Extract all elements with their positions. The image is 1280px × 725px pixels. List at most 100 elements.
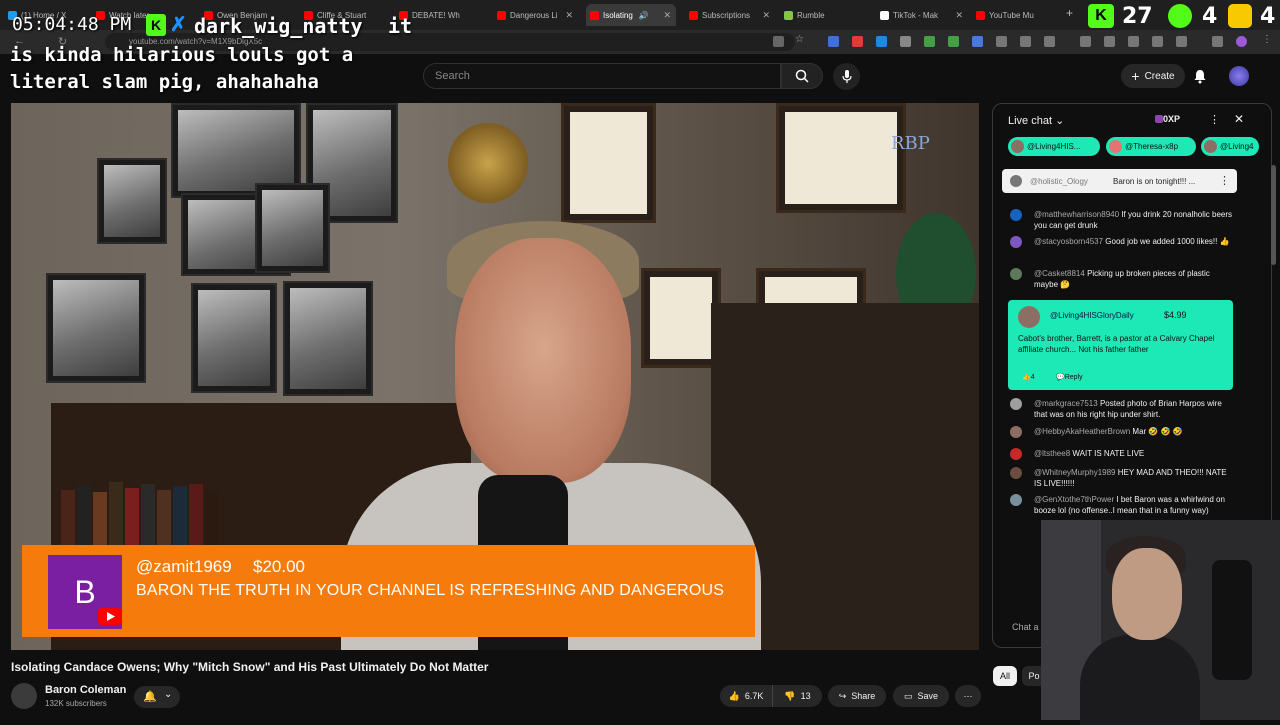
pinned-text: Baron is on tonight!!! ... <box>1113 177 1196 186</box>
extension-icon[interactable] <box>972 36 983 47</box>
create-button[interactable]: + Create <box>1121 64 1185 88</box>
dislike-button[interactable]: 👎 13 <box>772 685 822 707</box>
bell-icon: 🔔 <box>143 691 157 703</box>
more-vert-icon[interactable]: ⋮ <box>1209 113 1220 126</box>
browser-tab-active[interactable]: Isolating 🔊 ✕ <box>586 4 676 26</box>
ticker-item[interactable]: @Living4 <box>1201 137 1259 156</box>
wall-photo <box>255 183 330 273</box>
avatar <box>1010 209 1022 221</box>
chat-message[interactable]: @markgrace7513 Posted photo of Brian Har… <box>1010 398 1235 420</box>
notifications-button[interactable] <box>1190 66 1210 86</box>
close-icon[interactable]: ✕ <box>565 10 573 21</box>
search-input[interactable]: Search <box>423 63 781 89</box>
close-icon[interactable]: ✕ <box>955 10 963 21</box>
chevron-down-icon: ⌄ <box>164 689 173 700</box>
profile-avatar[interactable] <box>1236 36 1247 47</box>
share-button[interactable]: ↪ Share <box>828 685 886 707</box>
voice-search-button[interactable] <box>833 63 860 90</box>
extension-icon[interactable] <box>828 36 839 47</box>
chat-input[interactable]: Chat a <box>1012 622 1039 632</box>
plus-icon: + <box>1131 68 1140 84</box>
tiktok-icon <box>880 10 889 20</box>
kick-icon: K <box>1088 4 1114 28</box>
new-tab-icon[interactable]: + <box>1066 6 1073 20</box>
extension-icon[interactable] <box>1104 36 1115 47</box>
extension-icon[interactable] <box>1020 36 1031 47</box>
pinned-message[interactable]: @holistic_Ology Baron is on tonight!!! .… <box>1002 169 1237 193</box>
more-actions-button[interactable]: ⋯ <box>955 685 981 707</box>
microphone-icon <box>841 69 852 83</box>
wall-photo <box>46 273 146 383</box>
like-count[interactable]: 👍4 <box>1022 373 1035 381</box>
history-icon[interactable] <box>1080 36 1091 47</box>
paid-author: @Living4HISGloryDaily <box>1050 311 1134 320</box>
video-title: Isolating Candace Owens; Why "Mitch Snow… <box>11 660 489 674</box>
more-icon: ⋯ <box>963 690 973 701</box>
wall-photo <box>191 283 277 393</box>
youtube-icon <box>976 10 985 20</box>
browser-tab[interactable]: Subscriptions ✕ <box>685 4 775 26</box>
extension-icon[interactable] <box>924 36 935 47</box>
extension-icon[interactable] <box>948 36 959 47</box>
avatar <box>1010 398 1022 410</box>
channel-name[interactable]: Baron Coleman <box>45 684 126 696</box>
speaker-icon[interactable]: 🔊 <box>639 11 649 20</box>
wall-photo <box>283 281 373 396</box>
chat-message[interactable]: @matthewharrison8940 If you drink 20 non… <box>1010 209 1235 231</box>
browser-tab[interactable]: Rumble <box>780 4 868 26</box>
avatar <box>1018 306 1040 328</box>
count-2: 4 <box>1202 4 1218 29</box>
xp-counter[interactable]: 0XP <box>1163 114 1180 124</box>
extension-icon[interactable] <box>1176 36 1187 47</box>
extension-icon[interactable] <box>876 36 887 47</box>
live-chat-dropdown[interactable]: Live chat ⌄ <box>1008 114 1064 127</box>
search-button[interactable] <box>781 63 823 89</box>
install-icon[interactable] <box>773 36 784 47</box>
channel-avatar[interactable] <box>11 683 37 709</box>
filter-chip-all[interactable]: All <box>993 666 1017 686</box>
sidepanel-icon[interactable] <box>1152 36 1163 47</box>
chat-message[interactable]: @WhitneyMurphy1989 HEY MAD AND THEO!!! N… <box>1010 467 1235 489</box>
save-icon: ▭ <box>903 690 913 701</box>
extension-icon[interactable] <box>852 36 863 47</box>
paid-amount: $4.99 <box>1164 310 1187 320</box>
chat-message[interactable]: @Casket8814 Picking up broken pieces of … <box>1010 268 1235 290</box>
save-button[interactable]: ▭ Save <box>893 685 949 707</box>
wall-photo <box>97 158 167 244</box>
close-icon[interactable]: ✕ <box>762 10 770 21</box>
subscribed-notifications-button[interactable]: 🔔 ⌄ <box>134 686 180 708</box>
avatar[interactable] <box>1229 66 1249 86</box>
emote-icon <box>1228 4 1252 28</box>
youtube-logo-icon <box>98 608 122 625</box>
devtools-icon[interactable] <box>1128 36 1139 47</box>
close-icon[interactable]: ✕ <box>663 10 671 21</box>
bookmark-star-icon[interactable]: ☆ <box>795 34 806 45</box>
extension-icon[interactable] <box>996 36 1007 47</box>
superchat-message: BARON THE TRUTH IN YOUR CHANNEL IS REFRE… <box>136 582 725 599</box>
reply-button[interactable]: 💬Reply <box>1056 373 1083 381</box>
ticker-item[interactable]: @Theresa-x8p <box>1106 137 1196 156</box>
chat-message[interactable]: @GenXtothe7thPower I bet Baron was a whi… <box>1010 494 1235 516</box>
menu-kebab-icon[interactable]: ⋮ <box>1262 34 1273 45</box>
like-button[interactable]: 👍 6.7K <box>720 685 772 707</box>
chat-message[interactable]: @stacyosborn4537 Good job we added 1000 … <box>1010 236 1235 248</box>
more-vert-icon[interactable]: ⋮ <box>1219 174 1230 187</box>
ticker-item[interactable]: @Living4HIS... <box>1008 137 1100 156</box>
paid-chat-message[interactable]: @Living4HISGloryDaily $4.99 Cabot's brot… <box>1008 300 1233 390</box>
chat-message[interactable]: @ltsthee8 WAIT IS NATE LIVE <box>1010 448 1235 460</box>
browser-tab[interactable]: YouTube Mu <box>972 4 1062 26</box>
extensions-puzzle-icon[interactable] <box>1044 36 1055 47</box>
avatar <box>1010 236 1022 248</box>
browser-tab[interactable]: Dangerous Li ✕ <box>493 4 578 26</box>
avatar <box>1204 140 1217 153</box>
extension-icon[interactable] <box>900 36 911 47</box>
chat-scrollbar[interactable] <box>1271 165 1276 265</box>
avatar <box>1010 426 1022 438</box>
downloads-icon[interactable] <box>1212 36 1223 47</box>
rumble-icon <box>784 10 793 20</box>
close-chat-icon[interactable]: ✕ <box>1234 112 1244 126</box>
browser-tab[interactable]: TikTok - Mak ✕ <box>876 4 968 26</box>
search-icon <box>795 69 809 83</box>
chat-message[interactable]: @HebbyAkaHeatherBrown Mar 🤣 🤣 🤣 <box>1010 426 1235 438</box>
superchat-amount: $20.00 <box>253 557 305 576</box>
